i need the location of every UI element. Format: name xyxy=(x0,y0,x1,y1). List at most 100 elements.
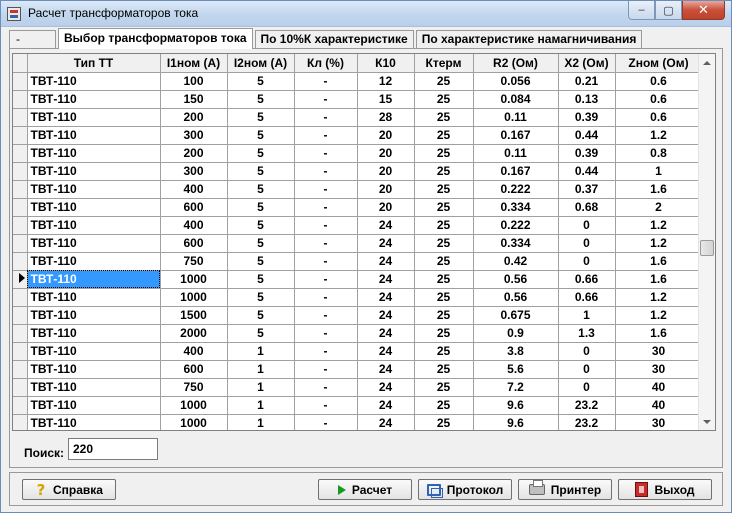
row-indicator[interactable] xyxy=(13,126,28,145)
table-cell[interactable]: 1 xyxy=(227,396,295,415)
table-cell[interactable]: 1 xyxy=(558,306,616,325)
table-cell[interactable]: - xyxy=(294,72,358,91)
table-row[interactable]: ТВТ-110 150 5-15 25 0.084 0.13 0.6 xyxy=(13,90,703,109)
row-indicator[interactable] xyxy=(13,180,28,199)
table-cell[interactable]: 25 xyxy=(414,324,474,343)
table-row[interactable]: ТВТ-110 1000 5-24 25 0.56 0.66 1.6 xyxy=(13,270,703,289)
exit-button[interactable]: Выход xyxy=(618,479,712,500)
table-row[interactable]: ТВТ-110 400 5-24 25 0.222 0 1.2 xyxy=(13,216,703,235)
table-cell[interactable]: 0.6 xyxy=(615,90,703,109)
table-cell[interactable]: 0.44 xyxy=(558,162,616,181)
table-cell[interactable]: 0.056 xyxy=(473,72,559,91)
table-cell[interactable]: 1.2 xyxy=(615,306,703,325)
table-cell[interactable]: ТВТ-110 xyxy=(27,144,161,163)
table-cell[interactable]: 5 xyxy=(227,198,295,217)
table-cell[interactable]: 0.6 xyxy=(615,72,703,91)
table-cell[interactable]: 20 xyxy=(357,198,415,217)
table-cell[interactable]: - xyxy=(294,360,358,379)
row-indicator[interactable] xyxy=(13,144,28,163)
table-cell[interactable]: 9.6 xyxy=(473,414,559,430)
table-cell[interactable]: 28 xyxy=(357,108,415,127)
table-cell[interactable]: ТВТ-110 xyxy=(27,72,161,91)
table-cell[interactable]: 0.084 xyxy=(473,90,559,109)
table-row[interactable]: ТВТ-110 600 5-20 25 0.334 0.68 2 xyxy=(13,198,703,217)
table-cell[interactable]: 100 xyxy=(160,72,228,91)
table-cell[interactable]: 25 xyxy=(414,72,474,91)
table-cell[interactable]: 25 xyxy=(414,378,474,397)
table-cell[interactable]: 0.21 xyxy=(558,72,616,91)
table-row[interactable]: ТВТ-110 750 1-24 25 7.2 0 40 xyxy=(13,378,703,397)
table-cell[interactable]: 7.2 xyxy=(473,378,559,397)
table-cell[interactable]: 0.56 xyxy=(473,270,559,289)
table-cell[interactable]: 12 xyxy=(357,72,415,91)
table-cell[interactable]: - xyxy=(294,252,358,271)
table-cell[interactable]: 25 xyxy=(414,342,474,361)
table-cell[interactable]: 25 xyxy=(414,144,474,163)
table-cell[interactable]: 1500 xyxy=(160,306,228,325)
table-cell[interactable]: 1.6 xyxy=(615,270,703,289)
table-cell[interactable]: 0.13 xyxy=(558,90,616,109)
table-row[interactable]: ТВТ-110 750 5-24 25 0.42 0 1.6 xyxy=(13,252,703,271)
table-cell[interactable]: 5 xyxy=(227,216,295,235)
table-cell[interactable]: 1000 xyxy=(160,270,228,289)
table-cell[interactable]: ТВТ-110 xyxy=(27,198,161,217)
table-cell[interactable]: 5.6 xyxy=(473,360,559,379)
table-cell[interactable]: 1000 xyxy=(160,288,228,307)
table-cell[interactable]: ТВТ-110 xyxy=(27,108,161,127)
table-cell[interactable]: ТВТ-110 xyxy=(27,306,161,325)
table-cell[interactable]: 24 xyxy=(357,306,415,325)
table-cell[interactable]: 25 xyxy=(414,414,474,430)
table-cell[interactable]: 1.2 xyxy=(615,234,703,253)
table-cell[interactable]: 5 xyxy=(227,270,295,289)
table-cell[interactable]: 20 xyxy=(357,144,415,163)
table-cell[interactable]: 0 xyxy=(558,216,616,235)
table-cell[interactable]: ТВТ-110 xyxy=(27,360,161,379)
table-cell[interactable]: 25 xyxy=(414,198,474,217)
tab-magnetization-characteristic[interactable]: По характеристике намагничивания xyxy=(415,30,643,49)
table-cell[interactable]: ТВТ-110 xyxy=(27,288,161,307)
table-cell[interactable]: 20 xyxy=(357,126,415,145)
table-cell[interactable]: 0.222 xyxy=(473,216,559,235)
table-row[interactable]: ТВТ-110 300 5-20 25 0.167 0.44 1 xyxy=(13,162,703,181)
table-cell[interactable]: 25 xyxy=(414,216,474,235)
row-indicator[interactable] xyxy=(13,162,28,181)
table-cell[interactable]: ТВТ-110 xyxy=(27,378,161,397)
table-cell[interactable]: 0 xyxy=(558,360,616,379)
table-cell[interactable]: 2 xyxy=(615,198,703,217)
table-cell[interactable]: 1 xyxy=(227,378,295,397)
table-cell[interactable]: 400 xyxy=(160,180,228,199)
table-cell[interactable]: 20 xyxy=(357,162,415,181)
table-cell[interactable]: 0 xyxy=(558,378,616,397)
table-cell[interactable]: 1.2 xyxy=(615,126,703,145)
table-cell[interactable]: 9.6 xyxy=(473,396,559,415)
table-cell[interactable]: ТВТ-110 xyxy=(27,216,161,235)
table-row[interactable]: ТВТ-110 400 1-24 25 3.8 0 30 xyxy=(13,342,703,361)
table-cell[interactable]: 600 xyxy=(160,360,228,379)
tab-10k-characteristic[interactable]: По 10%К характеристике xyxy=(254,30,414,49)
table-cell[interactable]: 0.675 xyxy=(473,306,559,325)
table-cell[interactable]: 0.6 xyxy=(615,108,703,127)
table-cell[interactable]: 23.2 xyxy=(558,414,616,430)
table-cell[interactable]: 5 xyxy=(227,108,295,127)
table-cell[interactable]: 24 xyxy=(357,324,415,343)
row-indicator[interactable] xyxy=(13,216,28,235)
table-cell[interactable]: 750 xyxy=(160,378,228,397)
table-cell[interactable]: 25 xyxy=(414,162,474,181)
table-cell[interactable]: 1.6 xyxy=(615,324,703,343)
table-cell[interactable]: 600 xyxy=(160,198,228,217)
table-cell[interactable]: 400 xyxy=(160,342,228,361)
table-cell[interactable]: 0.222 xyxy=(473,180,559,199)
table-cell[interactable]: - xyxy=(294,342,358,361)
column-header[interactable]: I2ном (А) xyxy=(227,54,295,73)
table-cell[interactable]: 300 xyxy=(160,126,228,145)
table-cell[interactable]: 0.37 xyxy=(558,180,616,199)
column-header[interactable]: Тип ТТ xyxy=(27,54,161,73)
table-cell[interactable]: 5 xyxy=(227,288,295,307)
column-header[interactable]: Ктерм xyxy=(414,54,474,73)
tab-dash[interactable]: - xyxy=(9,30,56,49)
table-cell[interactable]: - xyxy=(294,126,358,145)
table-cell[interactable]: 0.68 xyxy=(558,198,616,217)
calculate-button[interactable]: Расчет xyxy=(318,479,412,500)
table-cell[interactable]: 300 xyxy=(160,162,228,181)
table-cell[interactable]: 1.2 xyxy=(615,288,703,307)
